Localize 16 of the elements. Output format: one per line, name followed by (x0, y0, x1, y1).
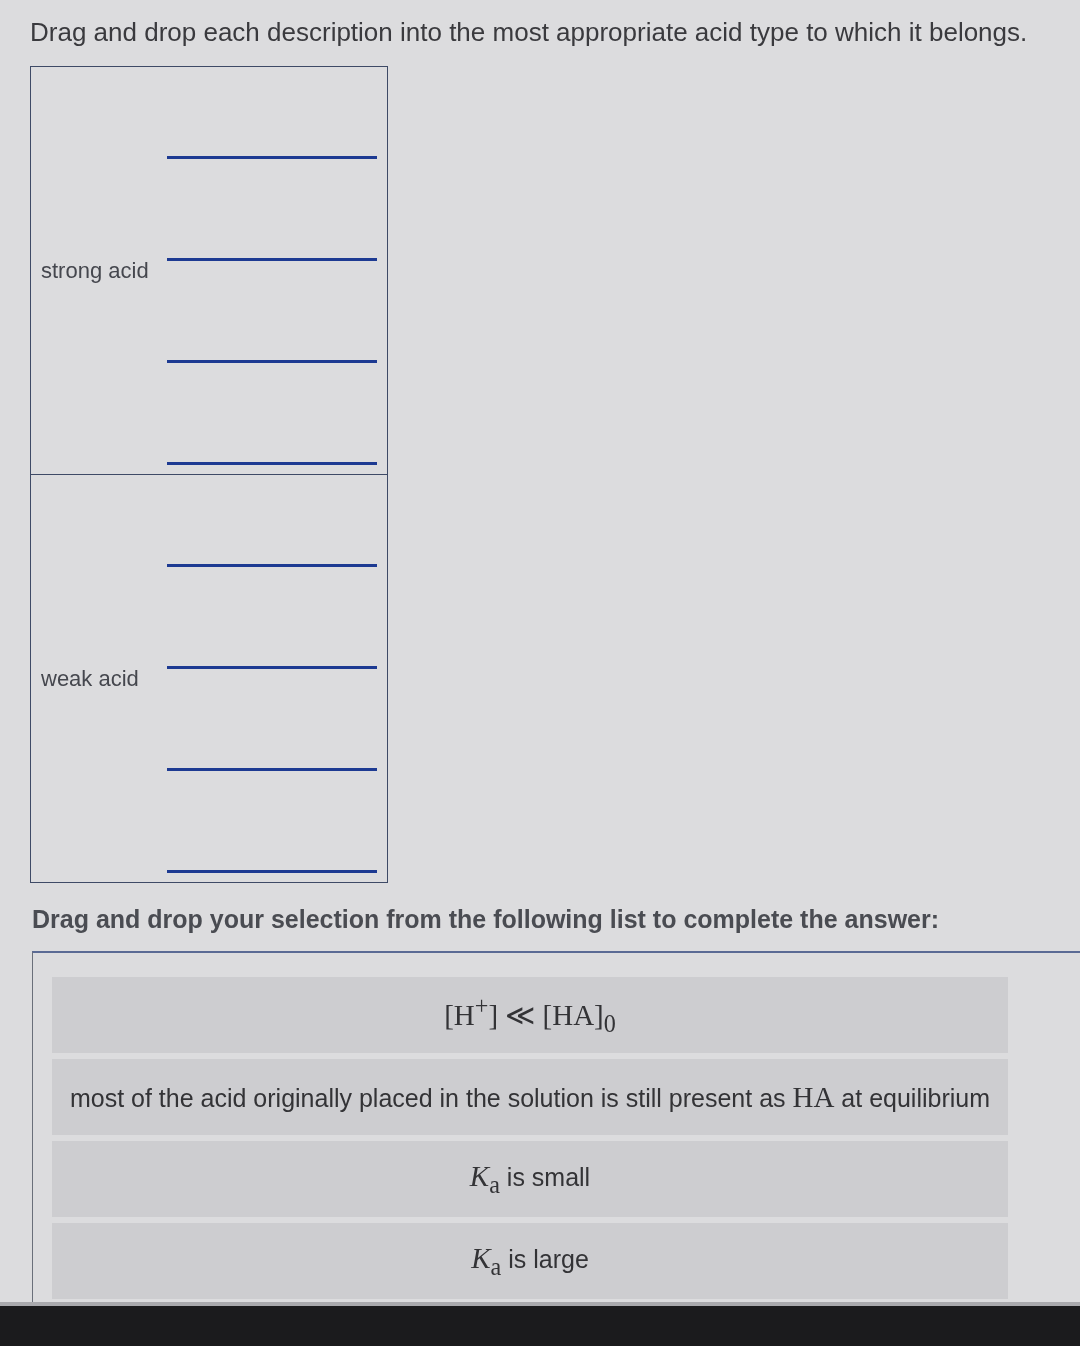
fill-in-line[interactable] (167, 870, 377, 873)
answer-option[interactable]: K$_{a}$ is large (52, 1223, 1008, 1299)
fill-in-line[interactable] (167, 564, 377, 567)
fill-in-line[interactable] (167, 666, 377, 669)
answer-option[interactable]: [H$^{+}$] ≪ [HA]$_{0}$ (52, 977, 1008, 1053)
fill-in-line[interactable] (167, 156, 377, 159)
category-label: strong acid (40, 257, 150, 284)
list-instruction-text: Drag and drop your selection from the following list to complete the answer: (32, 904, 940, 934)
answer-option[interactable]: most of the acid originally placed in the solution is still present as HA at equilibrium (52, 1059, 1008, 1135)
answer-option[interactable]: K$_{a}$ is small (52, 1141, 1008, 1217)
fill-in-line[interactable] (167, 462, 377, 465)
fill-in-line[interactable] (167, 360, 377, 363)
instruction-text: Drag and drop each description into the most appropriate acid type to which it belongs. (29, 16, 1028, 47)
fill-in-line[interactable] (167, 768, 377, 771)
fill-in-line[interactable] (167, 258, 377, 261)
category-label: weak acid (40, 665, 140, 692)
